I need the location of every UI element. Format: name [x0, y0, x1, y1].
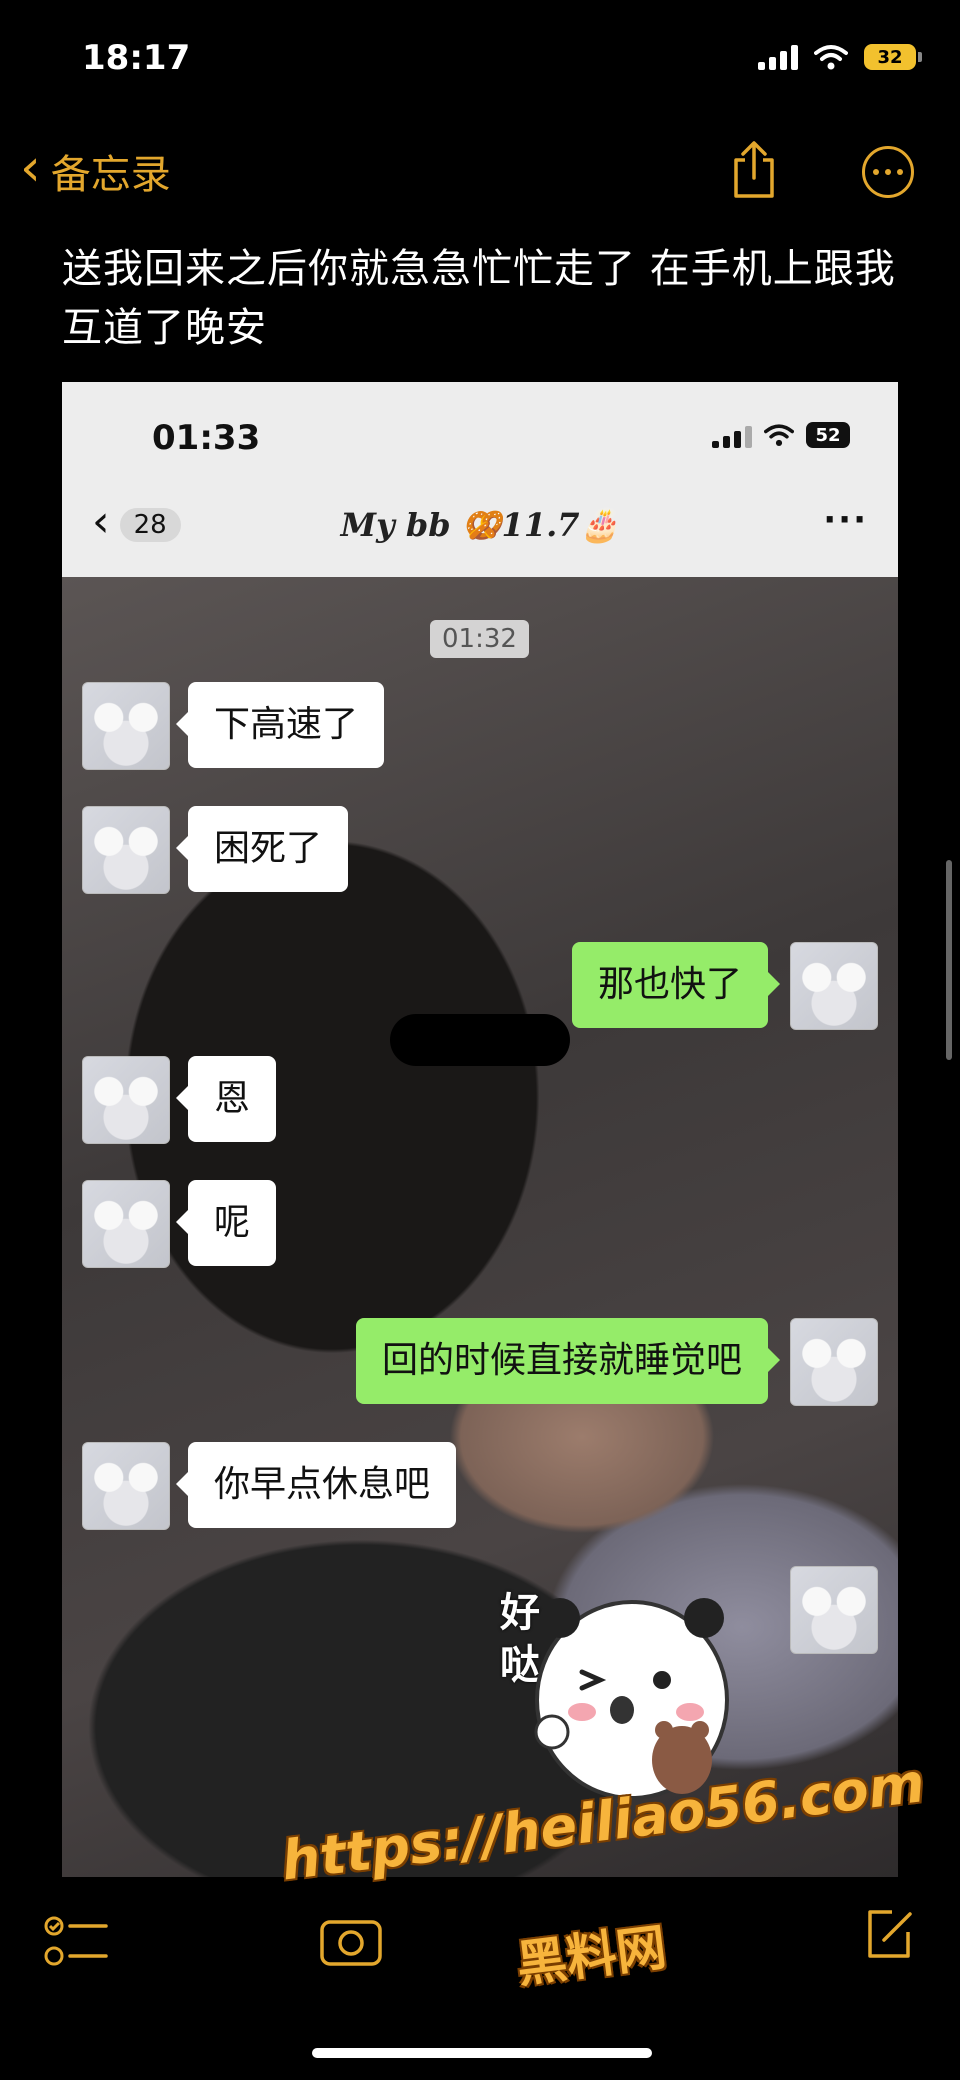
- contact-avatar: [82, 806, 170, 894]
- user-avatar: [790, 1566, 878, 1654]
- status-icons: 32: [758, 44, 922, 70]
- scroll-indicator: [946, 860, 952, 1060]
- message-bubble-incoming: 呢: [175, 1180, 277, 1266]
- battery-icon: 32: [864, 44, 922, 70]
- dot-icon: [873, 169, 879, 175]
- message-bubble-incoming: 困死了: [175, 806, 349, 892]
- watermark-name: 黑料网: [513, 1918, 670, 1994]
- back-label: 备忘录: [50, 152, 171, 198]
- message-bubble-incoming: 下高速了: [175, 682, 385, 768]
- embedded-chat-screenshot: 01:33 52 ‹ 28 My bb 🥨11.7🎂 ··· 01:32 下高速…: [62, 382, 898, 1877]
- share-icon[interactable]: [728, 140, 780, 200]
- battery-icon: 52: [806, 422, 850, 448]
- chat-title: My bb 🥨11.7🎂: [340, 506, 620, 544]
- dot-icon: [897, 169, 903, 175]
- chat-status-bar: [62, 382, 898, 577]
- battery-level: 32: [877, 46, 903, 68]
- wifi-icon: [814, 45, 848, 70]
- contact-avatar: [82, 682, 170, 770]
- home-indicator: [312, 2048, 652, 2058]
- message-bubble-incoming: 你早点休息吧: [175, 1442, 457, 1528]
- battery-level: 52: [815, 424, 841, 446]
- contact-avatar: [82, 1180, 170, 1268]
- message-bubble-outgoing: 回的时候直接就睡觉吧: [355, 1318, 781, 1404]
- contact-avatar: [82, 1056, 170, 1144]
- contact-avatar: [82, 1442, 170, 1530]
- compose-icon[interactable]: [862, 1906, 916, 1962]
- checklist-icon[interactable]: [44, 1912, 110, 1972]
- wifi-icon: [764, 424, 794, 447]
- message-bubble-outgoing: 那也快了: [571, 942, 781, 1028]
- panda-sticker: [534, 1598, 729, 1800]
- signal-icon: [712, 422, 752, 448]
- message-bubble-incoming: 恩: [175, 1056, 277, 1142]
- note-body-text[interactable]: 送我回来之后你就急急忙忙走了 在手机上跟我互道了晚安: [62, 240, 902, 358]
- camera-icon[interactable]: [316, 1906, 386, 1972]
- chat-status-icons: 52: [712, 422, 850, 448]
- chat-more-icon: ···: [823, 500, 868, 540]
- user-avatar: [790, 1318, 878, 1406]
- dot-icon: [885, 169, 891, 175]
- message-timestamp: 01:32: [430, 620, 529, 658]
- signal-icon: [758, 44, 798, 70]
- user-avatar: [790, 942, 878, 1030]
- more-options-button[interactable]: [862, 146, 914, 198]
- chevron-left-icon: ‹: [20, 138, 41, 198]
- status-time: 18:17: [82, 38, 191, 78]
- chat-status-time: 01:33: [152, 418, 261, 458]
- back-button[interactable]: ‹ 备忘录: [20, 142, 171, 200]
- redaction-blob: [390, 1014, 570, 1066]
